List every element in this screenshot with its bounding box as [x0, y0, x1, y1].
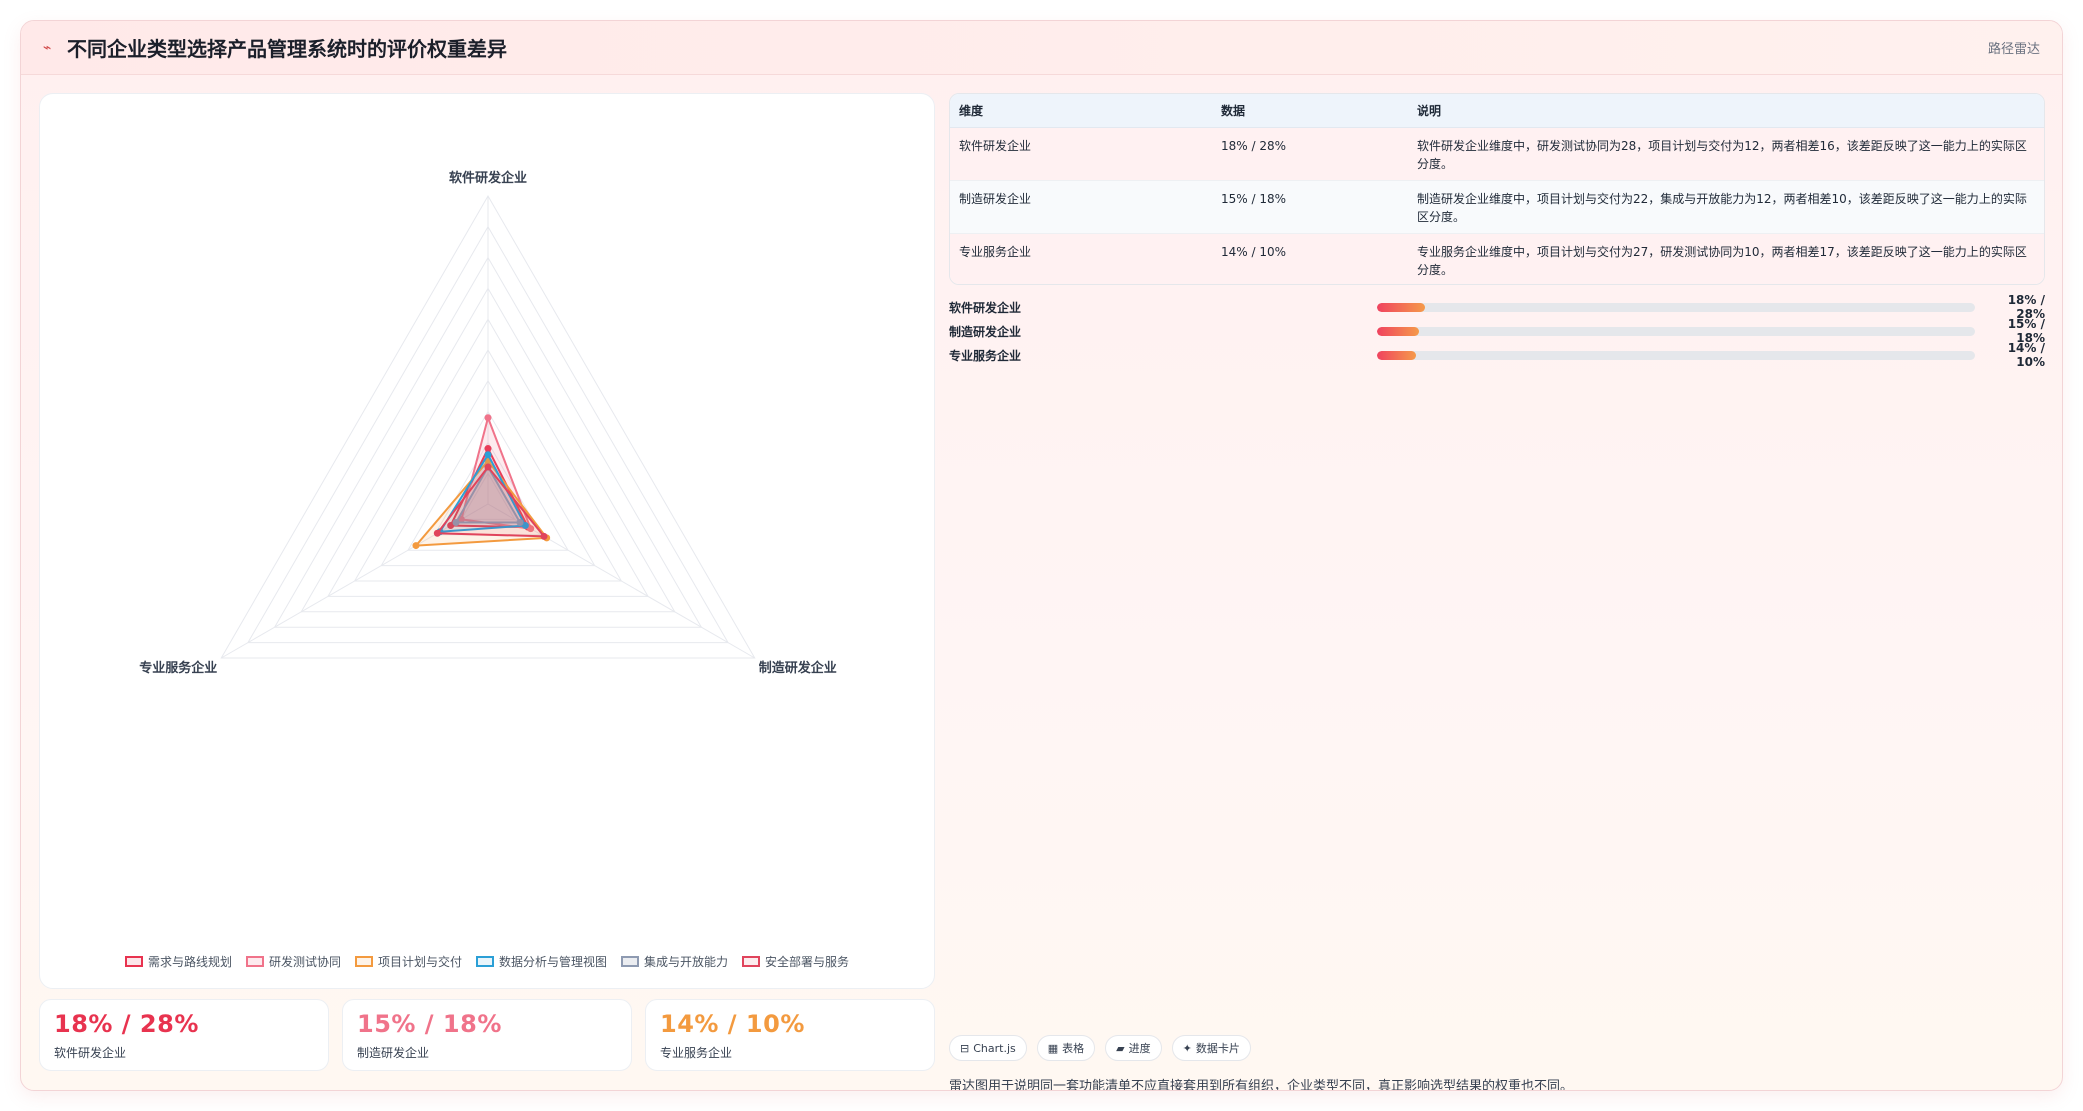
progress-icon: ▰: [1116, 1041, 1125, 1055]
legend-item[interactable]: 安全部署与服务: [742, 953, 849, 970]
data-point: [484, 451, 492, 459]
radar-chart-card: 软件研发企业制造研发企业 专业服务企业 需求与路线规划 研发测试协同 项目计划与交付 数…: [39, 93, 935, 989]
column-header[interactable]: 维度: [950, 94, 1212, 128]
footnote: 雷达图用于说明同一套功能清单不应直接套用到所有组织，企业类型不同，真正影响选型结…: [949, 1079, 1574, 1091]
chip-chartjs[interactable]: ⊟ Chart.js: [949, 1035, 1027, 1061]
table-icon: ▦: [1047, 1041, 1059, 1055]
main-window: ⌁ 不同企业类型选择产品管理系统时的评价权重差异 路径雷达 软件研发企业 制造研发…: [20, 20, 2063, 1091]
table-row[interactable]: 制造研发企业 15% / 18% 制造研发企业维度中，项目计划与交付为22，集成…: [950, 180, 2044, 234]
legend-label: 研发测试协同: [268, 955, 341, 969]
column-header[interactable]: 数据: [1212, 94, 1408, 128]
legend-label: 集成与开放能力: [644, 955, 729, 969]
radar-chart: 软件研发企业制造研发企业 专业服务企业: [139, 170, 837, 676]
table-cell-description: 制造研发企业维度中，项目计划与交付为22，集成与开放能力为12，两者相差10，该…: [1408, 180, 2044, 234]
data-point: [484, 463, 492, 471]
legend-swatch: [245, 956, 264, 967]
legend-item[interactable]: 研发测试协同: [245, 953, 341, 970]
table-cell-dimension: 制造研发企业: [950, 180, 1212, 234]
page-header: ⌁ 不同企业类型选择产品管理系统时的评价权重差异 路径雷达: [21, 21, 2062, 75]
table-cell-description: 软件研发企业维度中，研发测试协同为28，项目计划与交付为12，两者相差16，该差…: [1408, 127, 2044, 181]
progress-bars: 软件研发企业 18% / 28% 制造研发企业 15% / 18% 专业服务企业…: [949, 293, 2045, 369]
data-point: [540, 532, 548, 540]
line-chart-icon: ⌁: [43, 39, 52, 56]
chip-data-card[interactable]: ✦ 数据卡片: [1171, 1035, 1251, 1061]
legend-swatch: [476, 956, 494, 967]
legend-item[interactable]: 数据分析与管理视图: [476, 953, 607, 970]
view-tag[interactable]: 路径雷达: [1988, 38, 2040, 57]
stat-value: 18% / 28%: [54, 1010, 199, 1038]
table-row[interactable]: 专业服务企业 14% / 10% 专业服务企业维度中，项目计划与交付为27，研发…: [950, 233, 2044, 284]
chart-icon: ⊟: [960, 1041, 970, 1055]
legend-swatch: [124, 956, 143, 967]
legend-item[interactable]: 集成与开放能力: [621, 953, 728, 970]
table-cell-data: 15% / 18%: [1212, 180, 1408, 234]
page-title: 不同企业类型选择产品管理系统时的评价权重差异: [67, 37, 507, 61]
legend-label: 数据分析与管理视图: [499, 955, 608, 969]
legend-swatch: [354, 956, 373, 967]
sparkle-icon: ✦: [1182, 1041, 1192, 1055]
progress-fill: [1377, 326, 1419, 336]
data-point: [412, 542, 420, 550]
table-row[interactable]: 软件研发企业 18% / 28% 软件研发企业维度中，研发测试协同为28，项目计…: [950, 127, 2044, 181]
chip-label: 表格: [1062, 1042, 1085, 1055]
chip-label: 数据卡片: [1195, 1042, 1240, 1055]
progress-label: 制造研发企业: [949, 324, 1022, 339]
table-cell-data: 18% / 28%: [1212, 127, 1408, 181]
legend-label: 需求与路线规划: [147, 955, 232, 969]
progress-value: 14% / 10%: [2007, 341, 2045, 369]
legend-item[interactable]: 需求与路线规划: [124, 953, 232, 970]
progress-track: [1377, 350, 1975, 360]
progress-label: 软件研发企业: [949, 300, 1022, 315]
stat-card-software: 18% / 28% 软件研发企业: [39, 999, 329, 1071]
legend-label: 项目计划与交付: [377, 955, 462, 969]
table-cell-dimension: 专业服务企业: [950, 233, 1212, 284]
chip-table[interactable]: ▦ 表格: [1036, 1035, 1096, 1061]
stat-value: 15% / 18%: [357, 1010, 502, 1038]
stat-card-service: 14% / 10% 专业服务企业: [645, 999, 935, 1071]
legend-swatch: [742, 956, 761, 967]
axis-label: 制造研发企业: [759, 660, 837, 676]
feature-chips: ⊟ Chart.js ▦ 表格 ▰ 进度 ✦ 数据卡片: [949, 1035, 1251, 1061]
chip-label: 进度: [1128, 1042, 1151, 1055]
progress-row: 专业服务企业 14% / 10%: [949, 341, 2045, 369]
stat-card-manufacturing: 15% / 18% 制造研发企业: [342, 999, 632, 1071]
progress-row: 软件研发企业 18% / 28%: [949, 293, 2045, 321]
data-table: 维度 数据 说明 软件研发企业 18% / 28% 软件研发企业维度中，研发测试…: [950, 94, 2044, 284]
progress-fill: [1377, 302, 1425, 312]
legend-swatch: [621, 956, 640, 967]
legend-item[interactable]: 项目计划与交付: [354, 953, 462, 970]
legend-label: 安全部署与服务: [765, 955, 850, 969]
progress-row: 制造研发企业 15% / 18%: [949, 317, 2045, 345]
progress-track: [1377, 326, 1975, 336]
progress-fill: [1377, 350, 1416, 360]
table-cell-description: 专业服务企业维度中，项目计划与交付为27，研发测试协同为10，两者相差17，该差…: [1408, 233, 2044, 284]
table-header-row: 维度 数据 说明: [950, 94, 2044, 128]
progress-label: 专业服务企业: [949, 348, 1022, 363]
data-point: [433, 529, 441, 537]
stat-label: 制造研发企业: [357, 1046, 430, 1060]
data-table-card: 维度 数据 说明 软件研发企业 18% / 28% 软件研发企业维度中，研发测试…: [949, 93, 2045, 285]
table-cell-dimension: 软件研发企业: [950, 127, 1212, 181]
progress-track: [1377, 302, 1975, 312]
axis-label: 软件研发企业: [449, 170, 527, 186]
data-point: [484, 414, 492, 422]
column-header[interactable]: 说明: [1408, 94, 2044, 128]
chart-legend: 需求与路线规划 研发测试协同 项目计划与交付 数据分析与管理视图 集成与开放能力 安全部署…: [40, 953, 934, 970]
axis-label: 专业服务企业: [139, 660, 217, 676]
stat-label: 软件研发企业: [54, 1046, 127, 1060]
stat-label: 专业服务企业: [660, 1046, 733, 1060]
stat-value: 14% / 10%: [660, 1010, 805, 1038]
chip-label: Chart.js: [973, 1041, 1016, 1055]
chip-progress[interactable]: ▰ 进度: [1105, 1035, 1162, 1061]
table-cell-data: 14% / 10%: [1212, 233, 1408, 284]
